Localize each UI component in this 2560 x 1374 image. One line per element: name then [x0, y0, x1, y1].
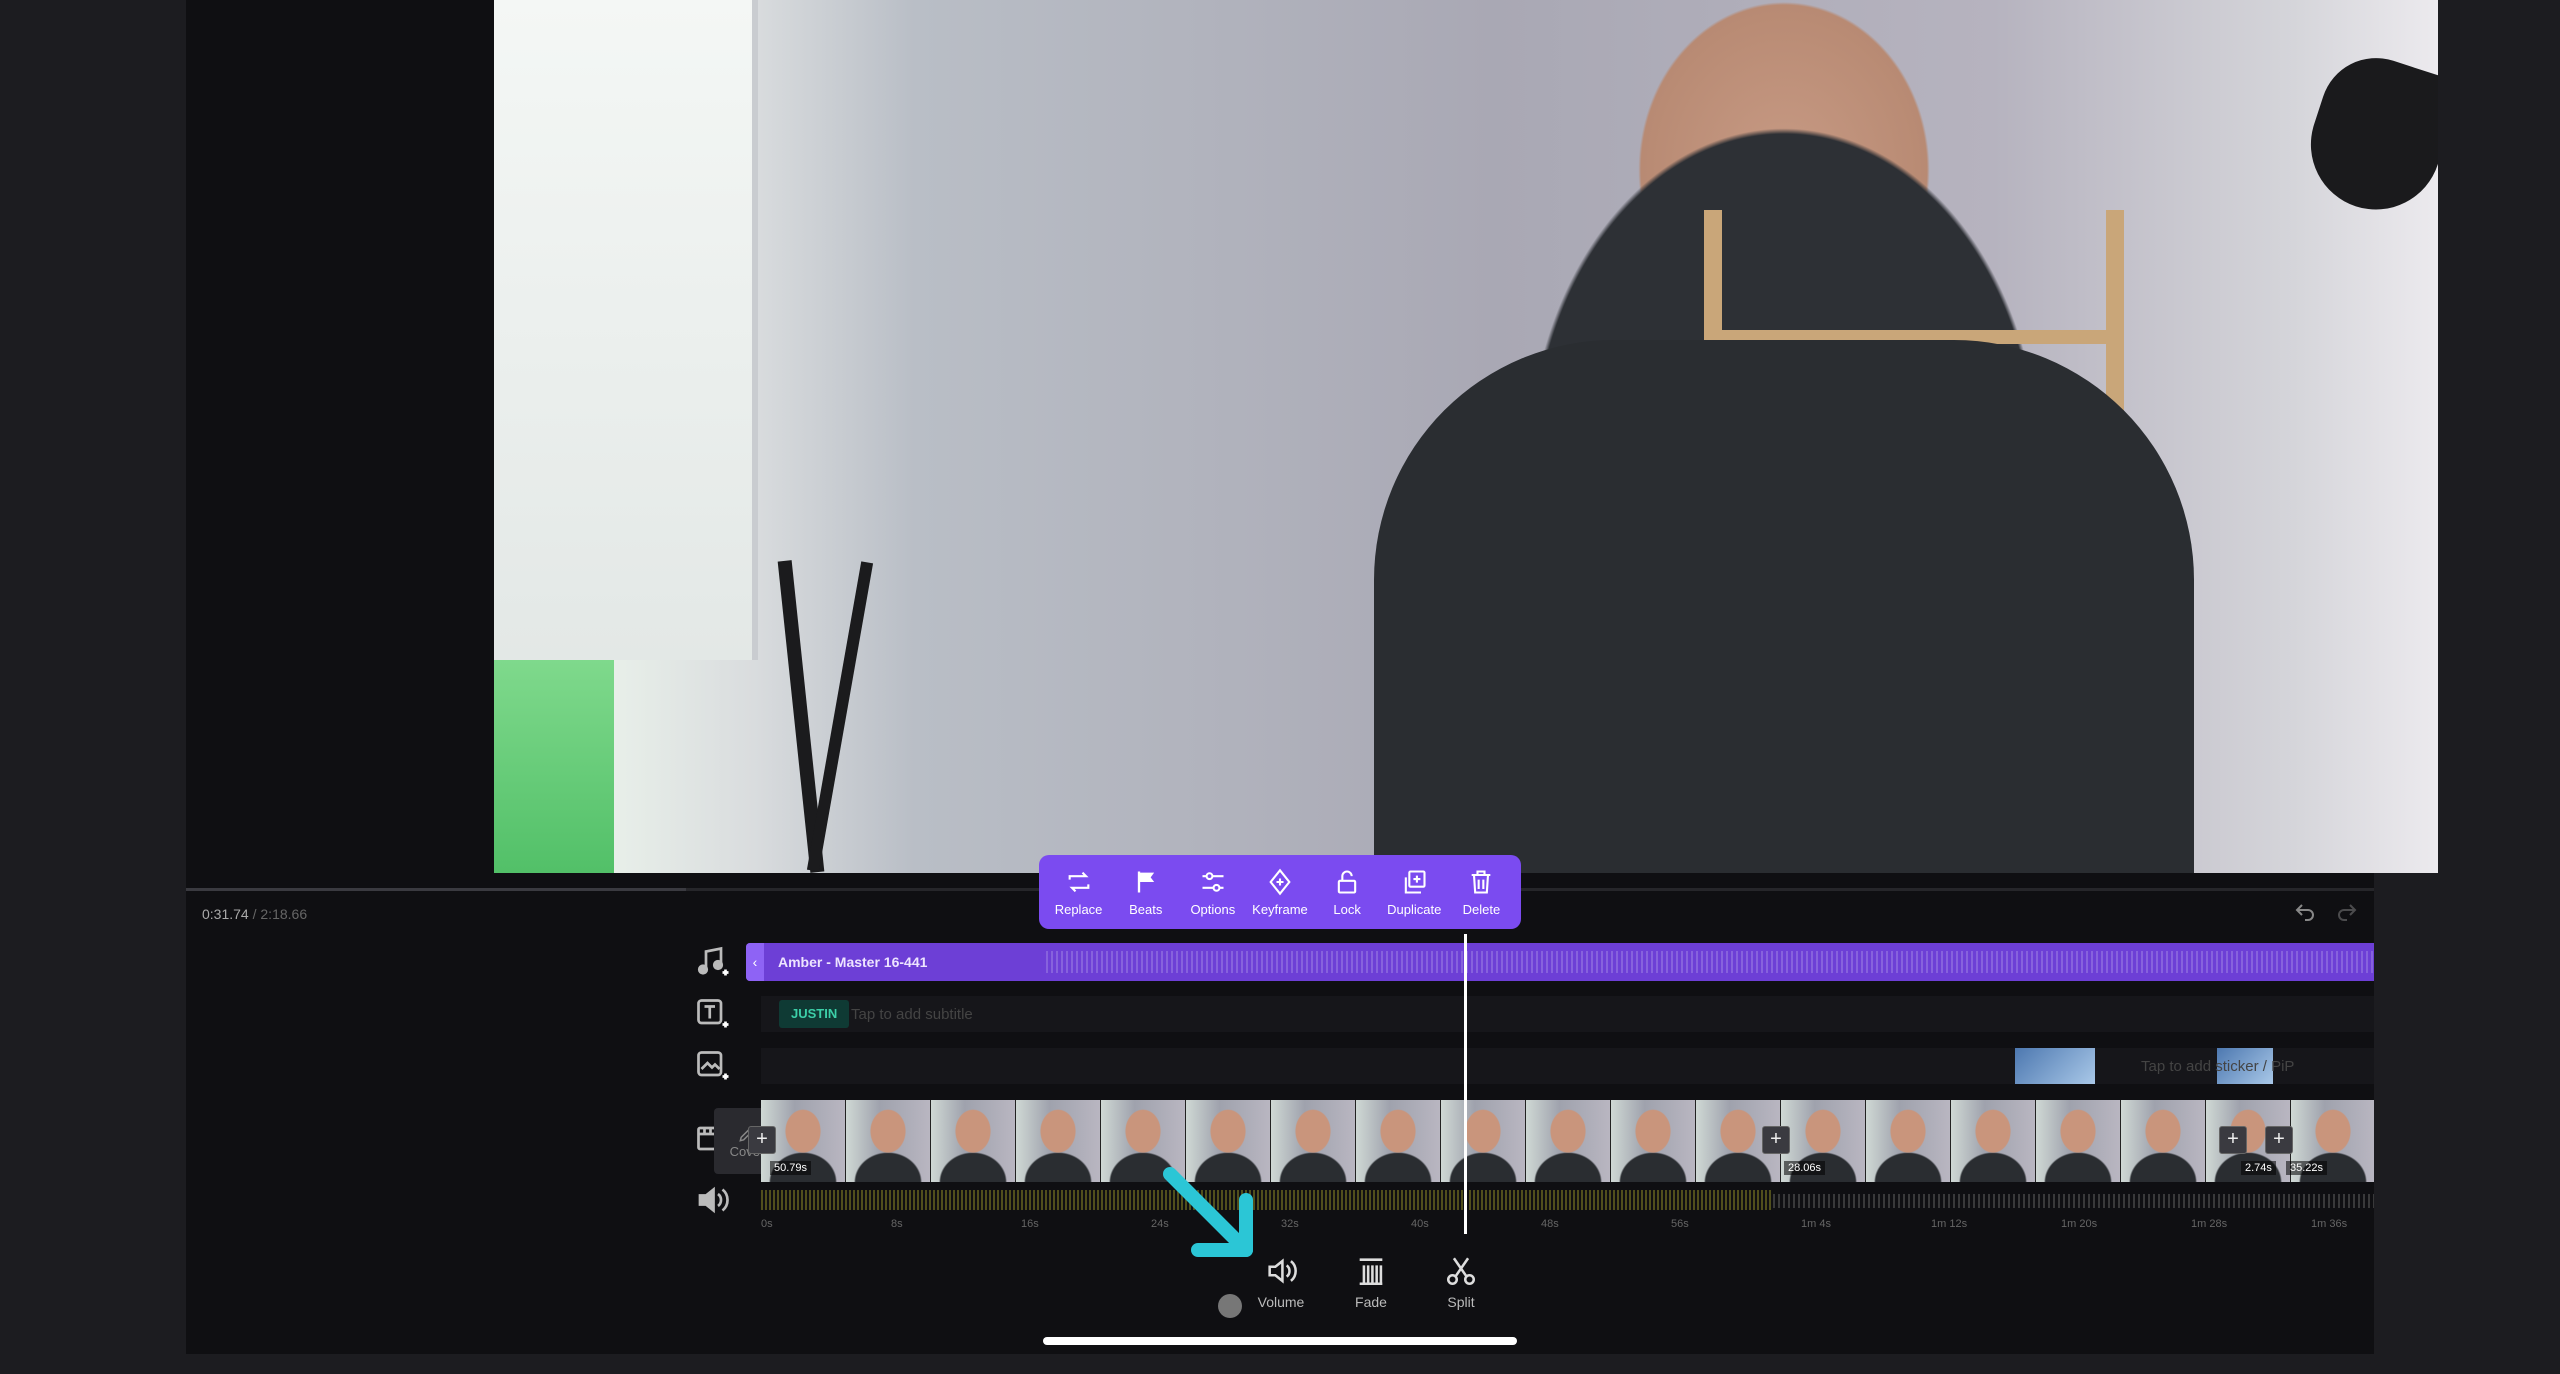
- ruler-tick: 1m 4s: [1801, 1218, 1831, 1230]
- ruler-tick: 16s: [1021, 1218, 1039, 1230]
- video-preview[interactable]: [494, 0, 2438, 873]
- ruler-tick: 1m 20s: [2061, 1218, 2098, 1230]
- fade-button[interactable]: Fade: [1346, 1254, 1396, 1310]
- playhead[interactable]: [1464, 934, 1467, 1234]
- ruler-tick: 48s: [1541, 1218, 1559, 1230]
- video-frame: [1526, 1100, 1611, 1182]
- timeline-ruler: 0s 8s 16s 24s 32s 40s 48s 56s 1m 4s 1m 1…: [761, 1218, 2374, 1234]
- preview-lamp: [2294, 43, 2438, 227]
- add-music-icon[interactable]: [694, 944, 730, 980]
- ruler-tick: 32s: [1281, 1218, 1299, 1230]
- music-track[interactable]: ‹ Amber - Master 16-441: [746, 943, 2374, 981]
- home-indicator[interactable]: [1043, 1337, 1517, 1345]
- pip-hint: Tap to add sticker / PiP: [2141, 1058, 2295, 1075]
- total-time: 2:18.66: [260, 906, 308, 922]
- flag-icon: [1137, 871, 1154, 892]
- volume-label: Volume: [1257, 1294, 1305, 1310]
- record-dot[interactable]: [1218, 1294, 1242, 1318]
- time-separator: /: [248, 906, 261, 922]
- video-frame: [1951, 1100, 2036, 1182]
- video-frame: [1866, 1100, 1951, 1182]
- video-frame: [1016, 1100, 1101, 1182]
- time-readout: 0:31.74 / 2:18.66: [202, 906, 307, 922]
- ruler-tick: 56s: [1671, 1218, 1689, 1230]
- video-frame: [846, 1100, 931, 1182]
- split-button[interactable]: Split: [1436, 1254, 1486, 1310]
- beats-button[interactable]: Beats: [1115, 868, 1177, 917]
- clip-duration: 2.74s: [2241, 1161, 2276, 1175]
- delete-button[interactable]: Delete: [1450, 868, 1512, 917]
- replace-button[interactable]: Replace: [1048, 868, 1110, 917]
- duplicate-button[interactable]: Duplicate: [1383, 868, 1445, 917]
- music-track-title: Amber - Master 16-441: [778, 954, 928, 970]
- keyframe-button[interactable]: Keyframe: [1249, 868, 1311, 917]
- trash-icon: [1472, 869, 1491, 894]
- pip-track[interactable]: Tap to add sticker / PiP: [761, 1048, 2374, 1084]
- ruler-tick: 8s: [891, 1218, 903, 1230]
- undo-icon[interactable]: [2292, 900, 2318, 924]
- audio-volume-icon[interactable]: [694, 1182, 730, 1218]
- transition-add-button[interactable]: +: [1762, 1126, 1790, 1154]
- preview-presenter: [1374, 340, 2194, 873]
- preview-whiteboard: [494, 0, 758, 660]
- duplicate-label: Duplicate: [1387, 901, 1442, 917]
- video-frame: [2121, 1100, 2206, 1182]
- lock-button[interactable]: Lock: [1316, 868, 1378, 917]
- options-label: Options: [1190, 901, 1236, 917]
- clip-duration: 35.22s: [2286, 1161, 2328, 1175]
- clip-duration: 28.06s: [1784, 1161, 1826, 1175]
- current-time: 0:31.74: [202, 906, 249, 922]
- audio-waveform-muted: [1773, 1194, 2374, 1208]
- lock-label: Lock: [1333, 901, 1361, 917]
- replace-icon: [1068, 871, 1089, 892]
- delete-label: Delete: [1462, 901, 1501, 917]
- annotation-arrow-icon: [1163, 1167, 1253, 1257]
- video-frame: [1356, 1100, 1441, 1182]
- transition-add-button[interactable]: +: [748, 1126, 776, 1154]
- replace-label: Replace: [1054, 901, 1103, 917]
- music-track-handle[interactable]: ‹: [746, 943, 764, 981]
- volume-button[interactable]: Volume: [1256, 1254, 1306, 1310]
- duplicate-icon: [1405, 869, 1426, 894]
- preview-tripod-leg: [806, 561, 874, 872]
- video-frame: [1271, 1100, 1356, 1182]
- editor-app: 0:31.74 / 2:18.66 Replace Beats Options …: [186, 0, 2438, 1354]
- bottom-toolbar: Volume Fade Split: [1256, 1254, 1486, 1310]
- preview-green-light: [494, 660, 614, 873]
- clip-toolbar: Replace Beats Options Keyframe Lock Dupl…: [1039, 855, 1521, 929]
- keyframe-icon: [1269, 868, 1291, 895]
- fade-label: Fade: [1355, 1294, 1387, 1310]
- subtitle-hint: Tap to add subtitle: [851, 1006, 973, 1023]
- audio-waveform-track[interactable]: [761, 1190, 2374, 1210]
- lock-icon: [1337, 870, 1357, 894]
- ruler-tick: 1m 36s: [2311, 1218, 2348, 1230]
- volume-icon: [1268, 1258, 1297, 1284]
- transition-add-button[interactable]: +: [2265, 1126, 2293, 1154]
- video-frame: [2036, 1100, 2121, 1182]
- scissors-icon: [1446, 1257, 1476, 1286]
- clip-duration: 50.79s: [770, 1161, 812, 1175]
- add-sticker-icon[interactable]: [694, 1048, 730, 1084]
- pip-clip[interactable]: [2015, 1048, 2095, 1084]
- options-button[interactable]: Options: [1182, 868, 1244, 917]
- sliders-icon: [1202, 871, 1224, 892]
- add-text-icon[interactable]: [694, 996, 730, 1032]
- subtitle-track[interactable]: JUSTIN Tap to add subtitle: [761, 996, 2374, 1032]
- redo-icon[interactable]: [2334, 900, 2360, 924]
- subtitle-chip[interactable]: JUSTIN: [779, 1000, 850, 1028]
- fade-icon: [1359, 1258, 1383, 1286]
- ruler-tick: 1m 12s: [1931, 1218, 1968, 1230]
- video-track[interactable]: [761, 1100, 2374, 1182]
- ruler-tick: 0s: [761, 1218, 773, 1230]
- video-frame: [931, 1100, 1016, 1182]
- music-waveform: [1046, 951, 2374, 973]
- video-frame: [1441, 1100, 1526, 1182]
- ruler-tick: 40s: [1411, 1218, 1429, 1230]
- ruler-tick: 1m 28s: [2191, 1218, 2228, 1230]
- split-label: Split: [1447, 1294, 1475, 1310]
- keyframe-label: Keyframe: [1252, 901, 1308, 917]
- beats-label: Beats: [1129, 901, 1163, 917]
- video-frame: [1611, 1100, 1696, 1182]
- transition-add-button[interactable]: +: [2219, 1126, 2247, 1154]
